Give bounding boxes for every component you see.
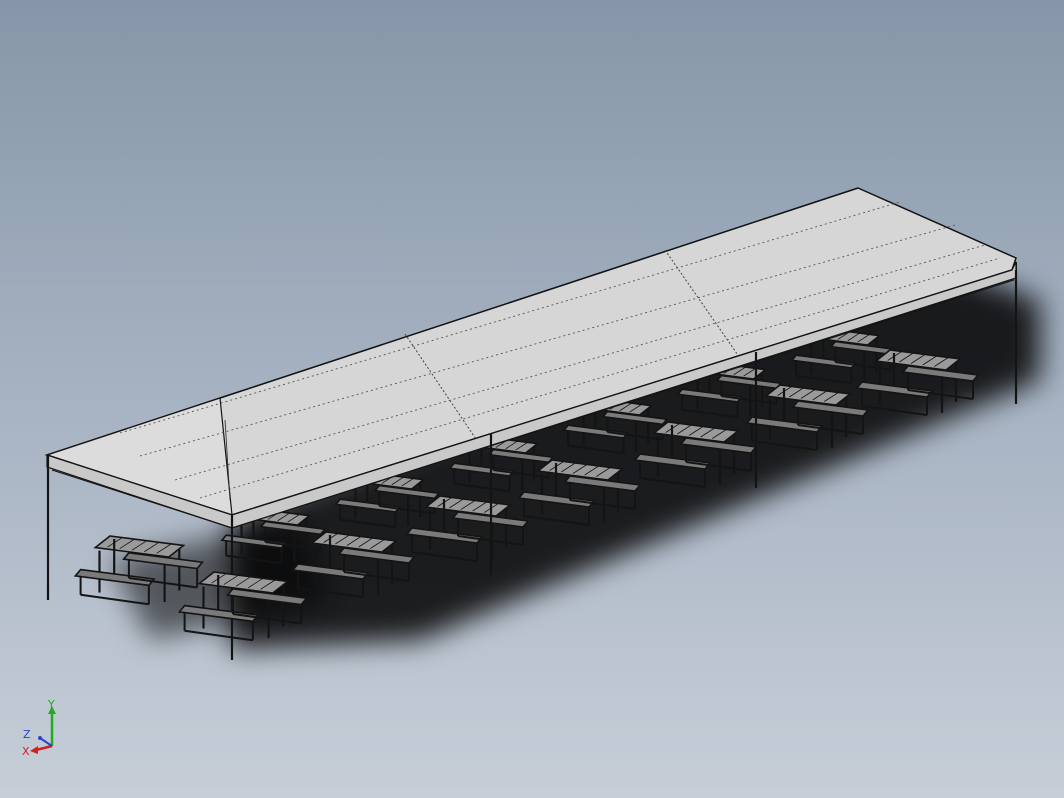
y-axis-arrow <box>48 706 56 746</box>
x-axis-arrow <box>30 744 53 754</box>
axis-triad[interactable]: Y Z X <box>14 698 64 762</box>
z-axis-label: Z <box>23 728 31 741</box>
z-axis-arrow <box>38 736 53 747</box>
x-axis-label: X <box>22 745 30 758</box>
cad-graphics-viewport[interactable] <box>0 0 1064 798</box>
y-axis-label: Y <box>47 698 55 711</box>
